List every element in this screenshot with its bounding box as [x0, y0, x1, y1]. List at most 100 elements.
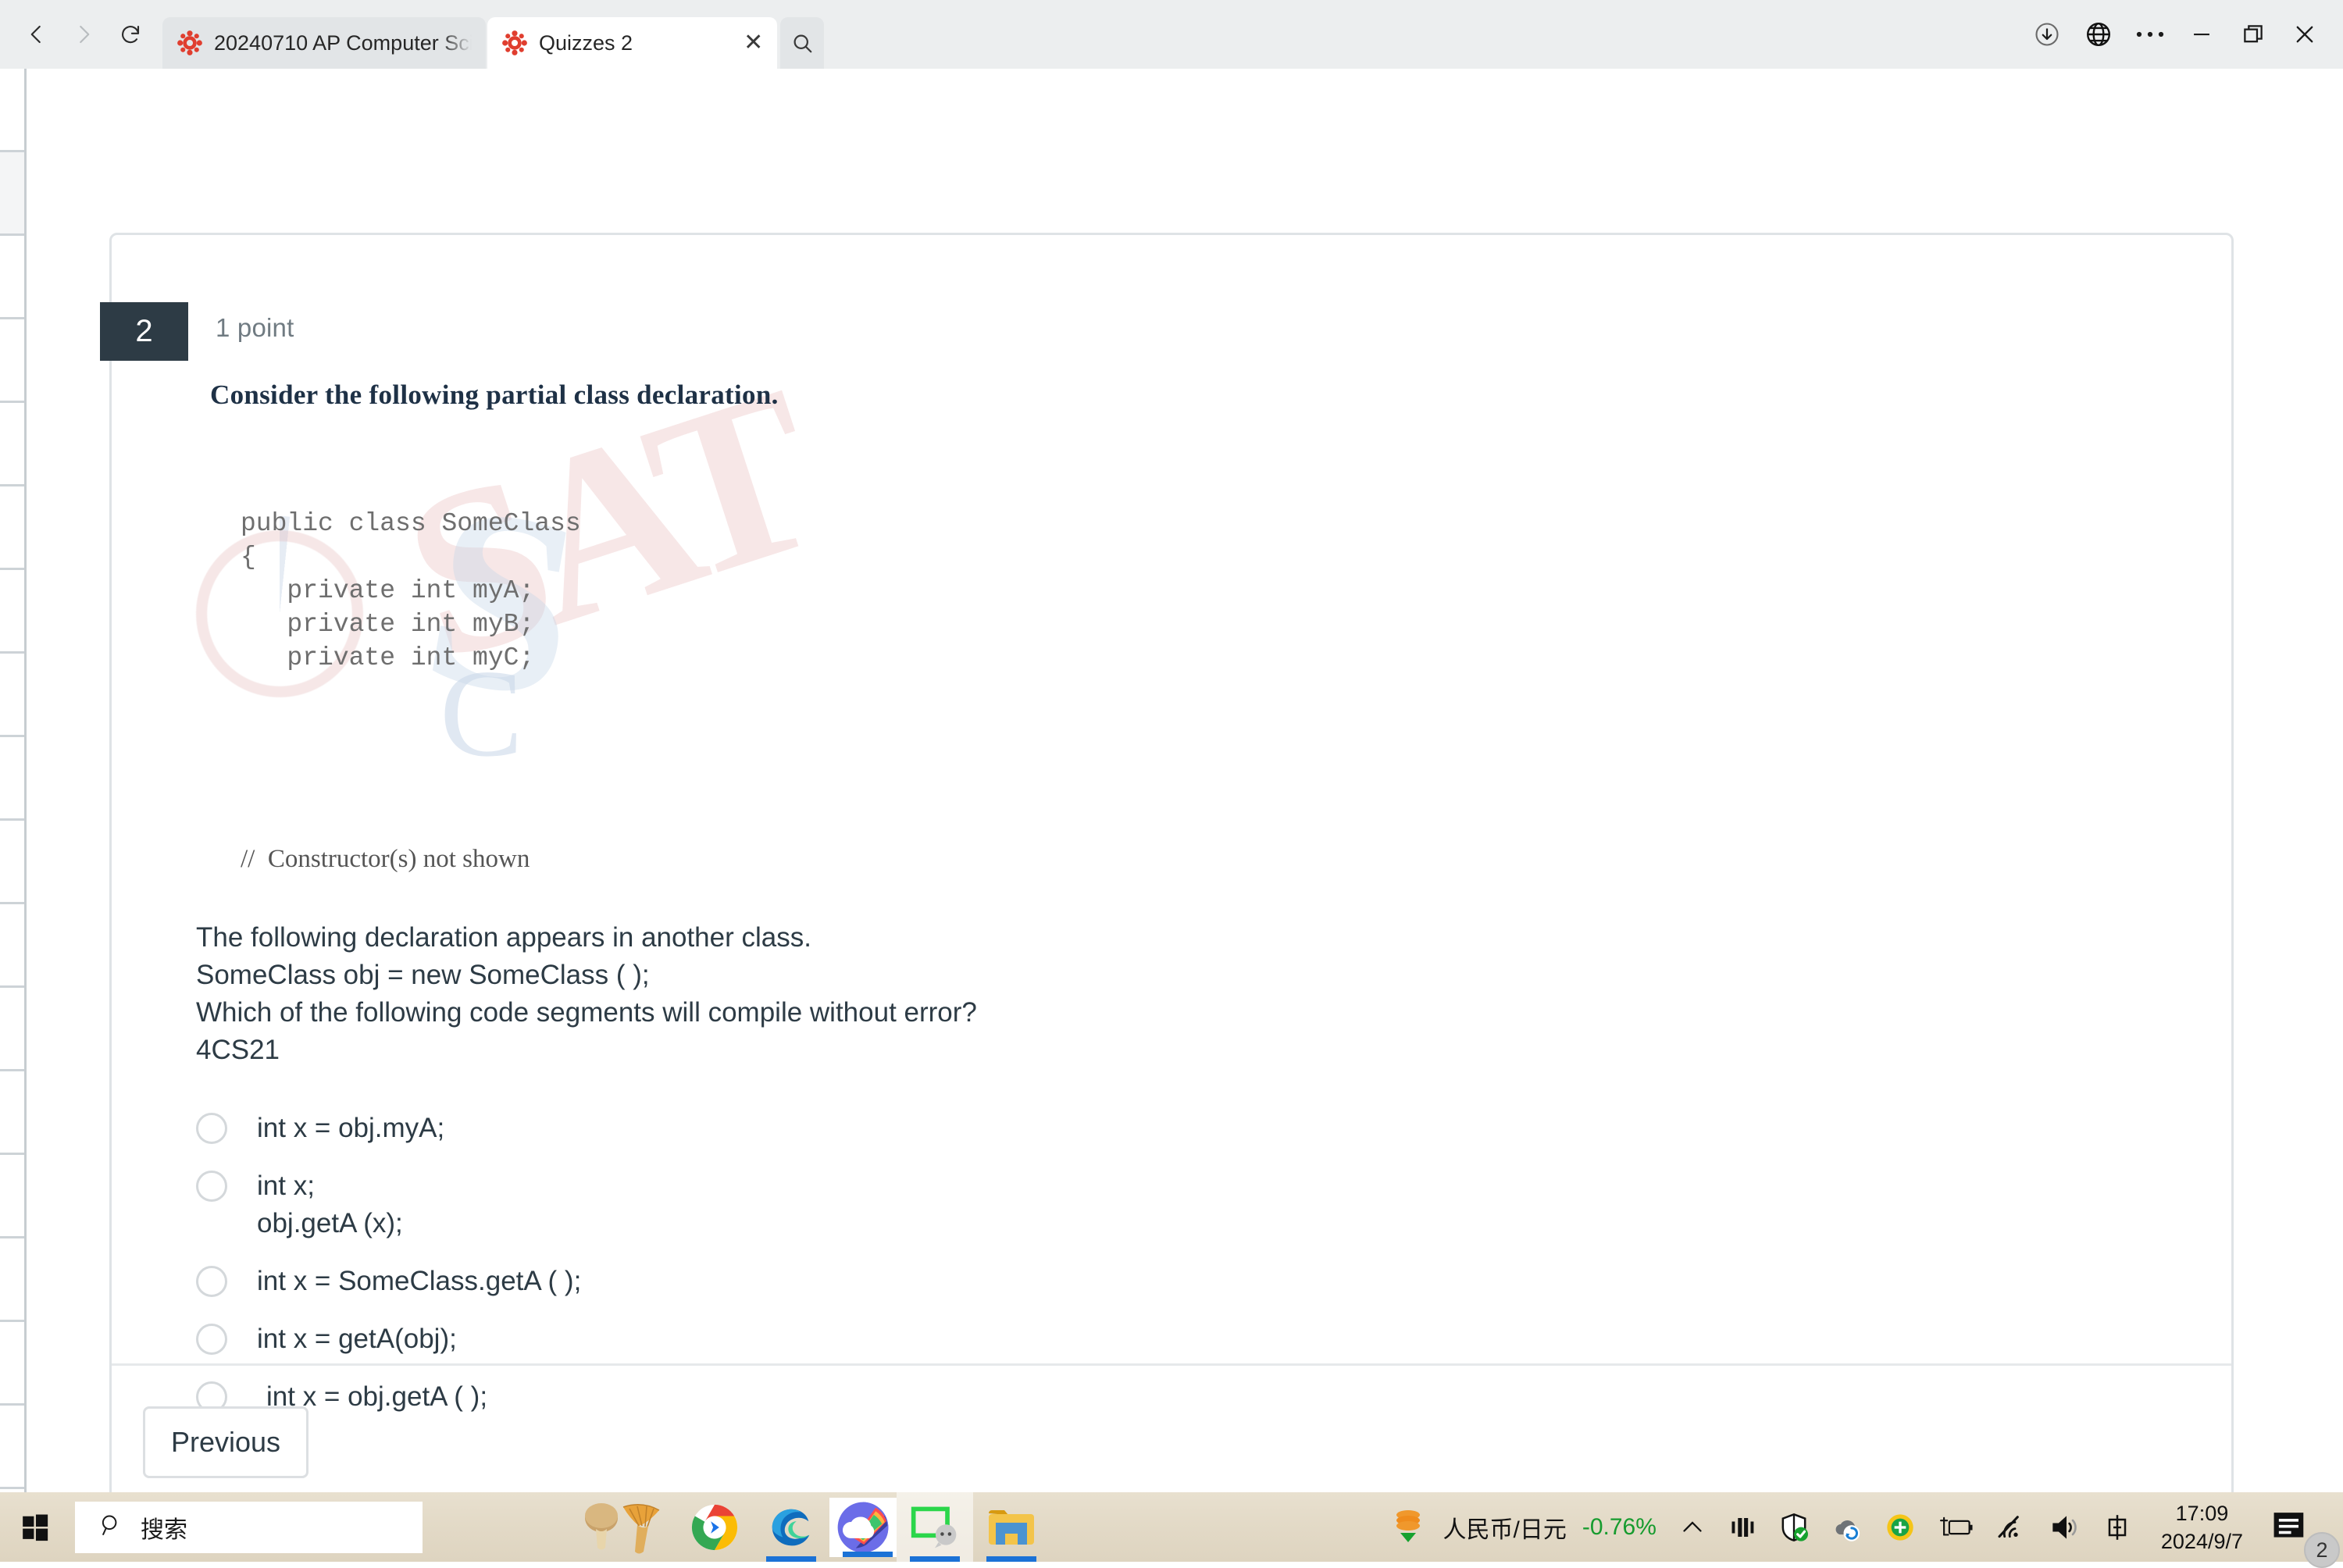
rail-item[interactable] — [0, 1071, 24, 1155]
previous-button[interactable]: Previous — [143, 1406, 308, 1478]
downloads-icon[interactable] — [2023, 10, 2071, 59]
radio-button[interactable] — [196, 1266, 227, 1297]
minimize-icon[interactable] — [2177, 10, 2226, 59]
cloud-browser-icon[interactable] — [829, 1497, 897, 1557]
code-comment: // Constructor(s) not shown — [241, 845, 530, 873]
rail-item[interactable] — [0, 1406, 24, 1489]
close-icon[interactable]: ✕ — [744, 31, 763, 55]
rail-item[interactable] — [0, 486, 24, 570]
taskbar-clock[interactable]: 17:09 2024/9/7 — [2144, 1499, 2260, 1556]
browser-tab-title: Quizzes 2 — [539, 30, 633, 55]
stock-ticker-label: 人民币/日元 — [1443, 1516, 1567, 1543]
radio-button[interactable] — [196, 1113, 227, 1144]
browser-chrome: 20240710 AP Computer Science Quizzes 2 ✕ — [0, 0, 2343, 69]
answer-option-label: int x = getA(obj); — [257, 1324, 457, 1354]
page-viewport: 2 1 point SAT S C Consider the following… — [0, 69, 2343, 1492]
rail-item[interactable] — [0, 737, 24, 821]
browser-window-controls — [2023, 10, 2343, 59]
radio-button[interactable] — [196, 1324, 227, 1355]
answer-option[interactable]: int x = getA(obj); — [196, 1320, 1914, 1358]
file-explorer-icon[interactable] — [973, 1492, 1050, 1562]
rail-item[interactable] — [0, 69, 24, 152]
browser-tab-1[interactable]: Quizzes 2 ✕ — [487, 17, 778, 69]
figure-caption: Consider the following partial class dec… — [210, 380, 779, 410]
taskbar-search-box[interactable]: 搜索 — [75, 1501, 423, 1553]
rail-item[interactable] — [0, 821, 24, 904]
wechat-icon[interactable] — [897, 1492, 973, 1562]
coins-icon — [1389, 1503, 1433, 1551]
browser-tabstrip: 20240710 AP Computer Science Quizzes 2 ✕ — [152, 0, 825, 69]
canvas-logo-icon — [177, 30, 203, 56]
rail-item[interactable] — [0, 403, 24, 486]
browser-nav-controls — [0, 13, 152, 55]
update-icon[interactable] — [1874, 1492, 1927, 1562]
notifications-icon[interactable]: 2 — [2260, 1492, 2340, 1568]
rail-item[interactable] — [0, 570, 24, 654]
question-prose-line: Which of the following code segments wil… — [196, 997, 977, 1028]
taskbar-search-label: 搜索 — [141, 1516, 187, 1543]
rail-item[interactable] — [0, 904, 24, 988]
question-number-badge: 2 — [100, 302, 188, 361]
answer-option[interactable]: int x = obj.myA; — [196, 1110, 1914, 1147]
clock-time: 17:09 — [2175, 1501, 2229, 1525]
restore-icon[interactable] — [2229, 10, 2277, 59]
rail-item[interactable] — [0, 1155, 24, 1238]
microsoft-edge-icon[interactable] — [753, 1492, 829, 1562]
question-prose: The following declaration appears in ano… — [196, 919, 1758, 1069]
quiz-question-card: 2 1 point SAT S C Consider the following… — [100, 233, 2234, 1492]
figure-code-listing: public class SomeClass { private int myA… — [241, 440, 658, 899]
course-nav-rail[interactable] — [0, 69, 27, 1492]
question-prose-line: 4CS21 — [196, 1035, 280, 1065]
question-prose-line: SomeClass obj = new SomeClass ( ); — [196, 960, 650, 990]
chrome-icon[interactable] — [676, 1492, 753, 1562]
more-options-icon[interactable] — [2126, 10, 2174, 59]
close-icon[interactable] — [2281, 10, 2329, 59]
code-part-1: public class SomeClass { private int myA… — [241, 509, 581, 672]
answer-option[interactable]: int x; obj.getA (x); — [196, 1167, 1914, 1242]
browser-globe-icon[interactable] — [2074, 10, 2123, 59]
stock-ticker[interactable]: 人民币/日元 -0.76% — [1378, 1492, 1667, 1562]
answer-option[interactable]: int x = SomeClass.getA ( ); — [196, 1263, 1914, 1300]
ime-chinese-icon[interactable] — [2091, 1492, 2144, 1562]
wifi-icon[interactable] — [1985, 1492, 2038, 1562]
rail-item[interactable] — [0, 988, 24, 1071]
answer-option-label: int x = obj.myA; — [257, 1113, 445, 1143]
rail-item[interactable] — [0, 319, 24, 403]
browser-tab-title: 20240710 AP Computer Science — [214, 30, 472, 55]
reload-icon[interactable] — [109, 13, 152, 55]
search-icon — [98, 1513, 123, 1541]
radio-button[interactable] — [196, 1171, 227, 1202]
rail-item[interactable] — [0, 1322, 24, 1406]
search-icon[interactable] — [780, 17, 825, 69]
question-points-label: 1 point — [216, 313, 294, 342]
stock-ticker-change: -0.76% — [1582, 1513, 1657, 1540]
security-shield-icon[interactable] — [1767, 1492, 1821, 1562]
question-figure-image: SAT S C Consider the following partial c… — [174, 360, 1111, 899]
battery-charging-icon[interactable] — [1927, 1492, 1985, 1562]
taskbar-pinned-apps — [567, 1492, 1050, 1562]
system-tray: 人民币/日元 -0.76% 17:09 2024/9/7 2 — [1378, 1492, 2343, 1568]
windows-start-icon[interactable] — [0, 1492, 70, 1562]
back-arrow-icon[interactable] — [16, 13, 58, 55]
answer-option-label: int x = SomeClass.getA ( ); — [257, 1266, 582, 1296]
rail-item[interactable] — [0, 1238, 24, 1322]
question-prose-line: The following declaration appears in ano… — [196, 922, 811, 953]
rail-item[interactable] — [0, 654, 24, 737]
onedrive-sync-icon[interactable] — [1821, 1492, 1874, 1562]
mushroom-sticker-icon[interactable] — [567, 1492, 676, 1562]
answer-option[interactable]: int x = obj.getA ( ); — [196, 1378, 1914, 1416]
answer-options-list: int x = obj.myA; int x; obj.getA (x); in… — [196, 1110, 1914, 1436]
equalizer-icon[interactable] — [1717, 1492, 1767, 1562]
answer-option-label: int x; obj.getA (x); — [257, 1171, 403, 1238]
rail-item-active[interactable] — [0, 152, 24, 236]
card-divider — [112, 1363, 2231, 1366]
windows-taskbar: 搜索 人民币/日元 -0.76% 17:09 2024/9/7 2 — [0, 1492, 2343, 1568]
canvas-logo-icon — [501, 30, 528, 56]
forward-arrow-icon — [62, 13, 105, 55]
browser-tab-0[interactable]: 20240710 AP Computer Science — [162, 17, 486, 69]
chevron-up-icon[interactable] — [1667, 1492, 1717, 1562]
notification-count-badge: 2 — [2304, 1532, 2340, 1568]
volume-icon[interactable] — [2038, 1492, 2091, 1562]
rail-item[interactable] — [0, 236, 24, 319]
clock-date: 2024/9/7 — [2160, 1529, 2243, 1553]
